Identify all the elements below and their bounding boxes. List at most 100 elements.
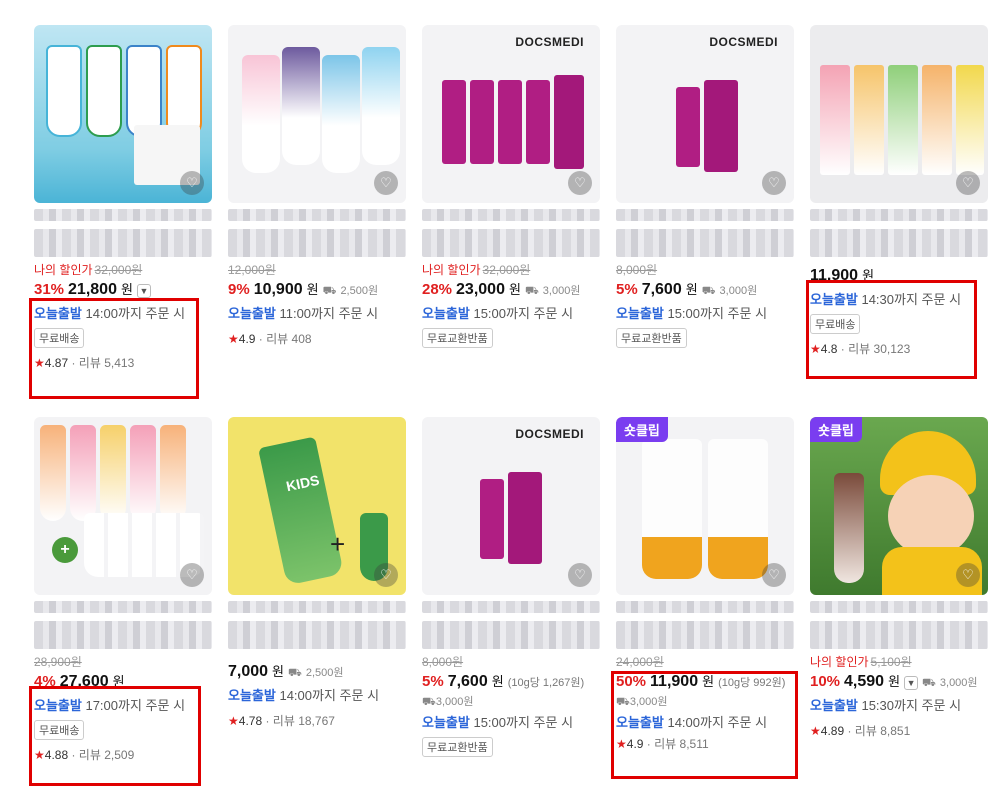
blurred-title bbox=[422, 621, 600, 649]
won-unit: 원 bbox=[120, 282, 133, 297]
product-image[interactable]: ♡ bbox=[34, 25, 212, 203]
rating-score: 4.88 bbox=[44, 748, 69, 762]
review-count: 리뷰 5,413 bbox=[78, 356, 135, 370]
product-image[interactable]: KIDS + ♡ bbox=[228, 417, 406, 595]
original-price: 32,000원 bbox=[482, 263, 531, 277]
shipping-fee: 3,000원 bbox=[719, 285, 758, 297]
heart-icon[interactable]: ♡ bbox=[762, 563, 786, 587]
discount-rate: 50% bbox=[616, 673, 647, 690]
chevron-down-icon[interactable]: ▼ bbox=[136, 284, 151, 298]
heart-icon[interactable]: ♡ bbox=[956, 171, 980, 195]
sale-price: 7,600 bbox=[641, 281, 682, 298]
sale-price: 27,600 bbox=[59, 673, 109, 690]
product-card[interactable]: 숏클립 ♡ 24,000원 50% 11,900 원 (10g당 992원) ⛟3… bbox=[616, 417, 794, 752]
short-clip-badge: 숏클립 bbox=[810, 417, 862, 442]
product-card[interactable]: ♡ 12,000원 9% 10,900 원 ⛟ 2,500원 오늘출발 11:00까… bbox=[228, 25, 406, 347]
today-shipping-tag: 오늘출발 bbox=[616, 306, 664, 321]
discount-rate: 10% bbox=[810, 673, 841, 690]
product-image[interactable]: DOCSMEDI ♡ bbox=[422, 25, 600, 203]
truck-icon: ⛟ bbox=[524, 285, 539, 297]
heart-icon[interactable]: ♡ bbox=[180, 171, 204, 195]
order-deadline: 14:00까지 주문 시 bbox=[85, 306, 186, 321]
star-icon: ★ bbox=[616, 737, 627, 751]
won-unit: 원 bbox=[272, 664, 285, 679]
blurred-title bbox=[34, 229, 212, 257]
sale-price: 7,000 bbox=[228, 663, 269, 680]
original-price: 28,900원 bbox=[34, 655, 82, 669]
free-shipping-chip: 무료배송 bbox=[34, 328, 85, 348]
heart-icon[interactable]: ♡ bbox=[956, 563, 980, 587]
product-card[interactable]: KIDS + ♡ 7,000 원 ⛟ 2,500원 오늘출발 14:00까지 주문 … bbox=[228, 417, 406, 729]
product-card[interactable]: DOCSMEDI ♡ 8,000원 5% 7,600 원 (10g당 1,267원… bbox=[422, 417, 600, 757]
free-return-chip: 무료교환반품 bbox=[422, 737, 493, 757]
product-image[interactable]: DOCSMEDI ♡ bbox=[616, 25, 794, 203]
heart-icon[interactable]: ♡ bbox=[374, 563, 398, 587]
sale-price: 11,900 bbox=[810, 267, 859, 284]
shipping-fee: 3,000원 bbox=[629, 696, 668, 708]
heart-icon[interactable]: ♡ bbox=[180, 563, 204, 587]
today-shipping-tag: 오늘출발 bbox=[810, 292, 858, 307]
product-image[interactable]: 숏클립 ♡ bbox=[616, 417, 794, 595]
truck-icon: ⛟ bbox=[616, 696, 630, 708]
blurred-title bbox=[810, 209, 988, 221]
review-count: 리뷰 8,851 bbox=[854, 724, 911, 738]
review-count: 리뷰 30,123 bbox=[848, 342, 911, 356]
sale-price: 21,800 bbox=[68, 281, 117, 298]
heart-icon[interactable]: ♡ bbox=[374, 171, 398, 195]
order-deadline: 15:00까지 주문 시 bbox=[473, 306, 574, 321]
won-unit: 원 bbox=[508, 282, 521, 297]
blurred-title bbox=[810, 601, 988, 613]
today-shipping-tag: 오늘출발 bbox=[422, 306, 470, 321]
blurred-title bbox=[422, 209, 600, 221]
order-deadline: 15:30까지 주문 시 bbox=[861, 698, 962, 713]
product-card[interactable]: ♡ 11,900 원 오늘출발 14:30까지 주문 시 무료배송 ★4.8 · … bbox=[810, 25, 988, 357]
product-card[interactable]: + ♡ 28,900원 4% 27,600 원 오늘출발 17:00까지 주문 시… bbox=[34, 417, 212, 763]
shipping-fee: 2,500원 bbox=[340, 285, 379, 297]
blurred-title bbox=[616, 209, 794, 221]
today-shipping-tag: 오늘출발 bbox=[422, 715, 470, 730]
chevron-down-icon[interactable]: ▼ bbox=[904, 676, 919, 690]
discount-rate: 31% bbox=[34, 281, 65, 298]
won-unit: 원 bbox=[306, 282, 319, 297]
order-deadline: 14:00까지 주문 시 bbox=[667, 715, 768, 730]
sale-price: 10,900 bbox=[253, 281, 303, 298]
product-image[interactable]: DOCSMEDI ♡ bbox=[422, 417, 600, 595]
star-icon: ★ bbox=[228, 332, 239, 346]
product-card[interactable]: 숏클립 ♡ 나의 할인가 5,100원 10% 4,590 원 ▼ ⛟ 3,000원 … bbox=[810, 417, 988, 739]
product-image[interactable]: 숏클립 ♡ bbox=[810, 417, 988, 595]
unit-price: (10g당 1,267원) bbox=[507, 677, 585, 689]
shipping-fee: 3,000원 bbox=[435, 696, 474, 708]
product-card[interactable]: DOCSMEDI ♡ 8,000원 5% 7,600 원 ⛟ 3,000원 오늘출발… bbox=[616, 25, 794, 348]
discount-rate: 5% bbox=[616, 281, 638, 298]
shipping-fee: 3,000원 bbox=[939, 677, 978, 689]
sale-price: 23,000 bbox=[456, 281, 505, 298]
today-shipping-tag: 오늘출발 bbox=[34, 698, 82, 713]
blurred-title bbox=[616, 229, 794, 257]
product-image[interactable]: + ♡ bbox=[34, 417, 212, 595]
free-return-chip: 무료교환반품 bbox=[616, 328, 687, 348]
heart-icon[interactable]: ♡ bbox=[762, 171, 786, 195]
free-return-chip: 무료교환반품 bbox=[422, 328, 493, 348]
review-count: 리뷰 408 bbox=[266, 332, 312, 346]
blurred-title bbox=[810, 229, 988, 257]
truck-icon: ⛟ bbox=[701, 285, 716, 297]
product-image[interactable]: ♡ bbox=[810, 25, 988, 203]
unit-price: (10g당 992원) bbox=[718, 677, 786, 689]
blurred-title bbox=[616, 621, 794, 649]
blurred-title bbox=[422, 601, 600, 613]
original-price: 24,000원 bbox=[616, 655, 664, 669]
star-icon: ★ bbox=[34, 356, 45, 370]
truck-icon: ⛟ bbox=[922, 677, 936, 689]
discount-rate: 28% bbox=[422, 281, 453, 298]
plus-icon: + bbox=[330, 529, 346, 559]
product-card[interactable]: ♡ 나의 할인가 32,000원 31% 21,800 원 ▼ 오늘출발 14:00… bbox=[34, 25, 212, 371]
today-shipping-tag: 오늘출발 bbox=[228, 688, 276, 703]
today-shipping-tag: 오늘출발 bbox=[228, 306, 276, 321]
product-image[interactable]: ♡ bbox=[228, 25, 406, 203]
star-icon: ★ bbox=[810, 724, 821, 738]
heart-icon[interactable]: ♡ bbox=[568, 171, 592, 195]
heart-icon[interactable]: ♡ bbox=[568, 563, 592, 587]
order-deadline: 11:00까지 주문 시 bbox=[279, 306, 379, 321]
product-card[interactable]: DOCSMEDI ♡ 나의 할인가 32,000원 28% 23,000 원 ⛟ 3,… bbox=[422, 25, 600, 348]
star-icon: ★ bbox=[810, 342, 821, 356]
